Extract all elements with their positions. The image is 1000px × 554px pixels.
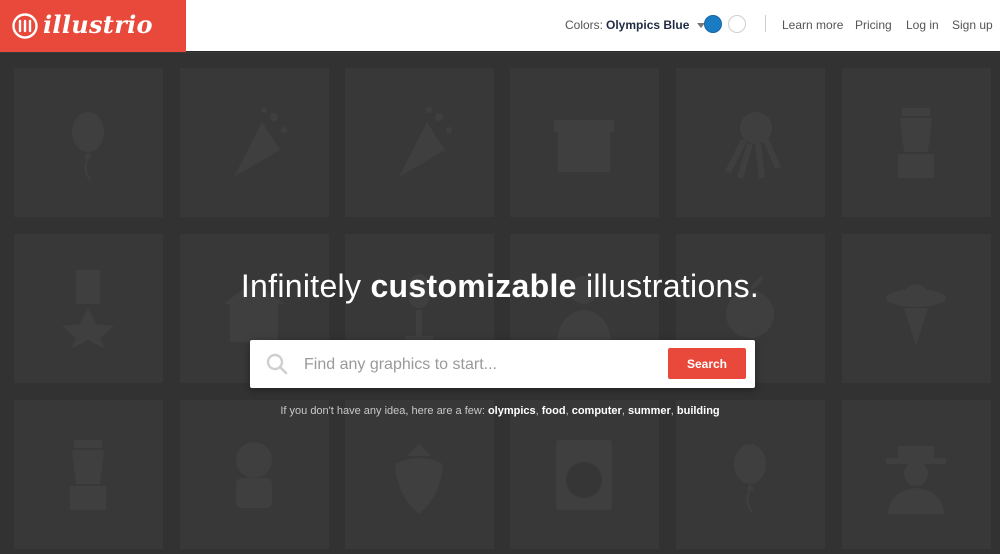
color-swatch-blue[interactable] [704,15,722,33]
color-swatch-white[interactable] [728,15,746,33]
suggestion-link[interactable]: food [542,405,566,417]
nav-learn-more[interactable]: Learn more [782,18,843,32]
logo-icon [12,13,38,39]
colors-label: Colors: [565,18,604,32]
suggest-text: If you don't have any idea, here are a f… [280,405,488,417]
nav-pricing[interactable]: Pricing [855,18,892,32]
colors-value: Olympics Blue [606,18,690,32]
suggestion-link[interactable]: computer [572,405,622,417]
nav-signup[interactable]: Sign up [952,18,993,32]
suggestion-link[interactable]: building [677,405,720,417]
search-icon [266,353,288,375]
nav-divider [765,15,766,32]
search-input[interactable] [302,350,706,380]
suggestion-link[interactable]: olympics [488,405,536,417]
logo[interactable]: illustrio [0,0,186,52]
hero-title-pre: Infinitely [240,268,371,304]
nav-login[interactable]: Log in [906,18,939,32]
suggestion-link[interactable]: summer [628,405,671,417]
hero-title-bold: customizable [370,268,577,304]
logo-wordmark: illustrio [43,10,153,39]
search-bar: Search [250,340,755,388]
hero-title: Infinitely customizable illustrations. [0,268,1000,305]
search-button[interactable]: Search [668,348,746,379]
colors-dropdown[interactable]: Colors: Olympics Blue [565,18,706,32]
top-header: illustrio Colors: Olympics Blue Learn mo… [0,0,1000,52]
suggestions: If you don't have any idea, here are a f… [280,405,720,417]
hero-title-post: illustrations. [576,268,760,304]
